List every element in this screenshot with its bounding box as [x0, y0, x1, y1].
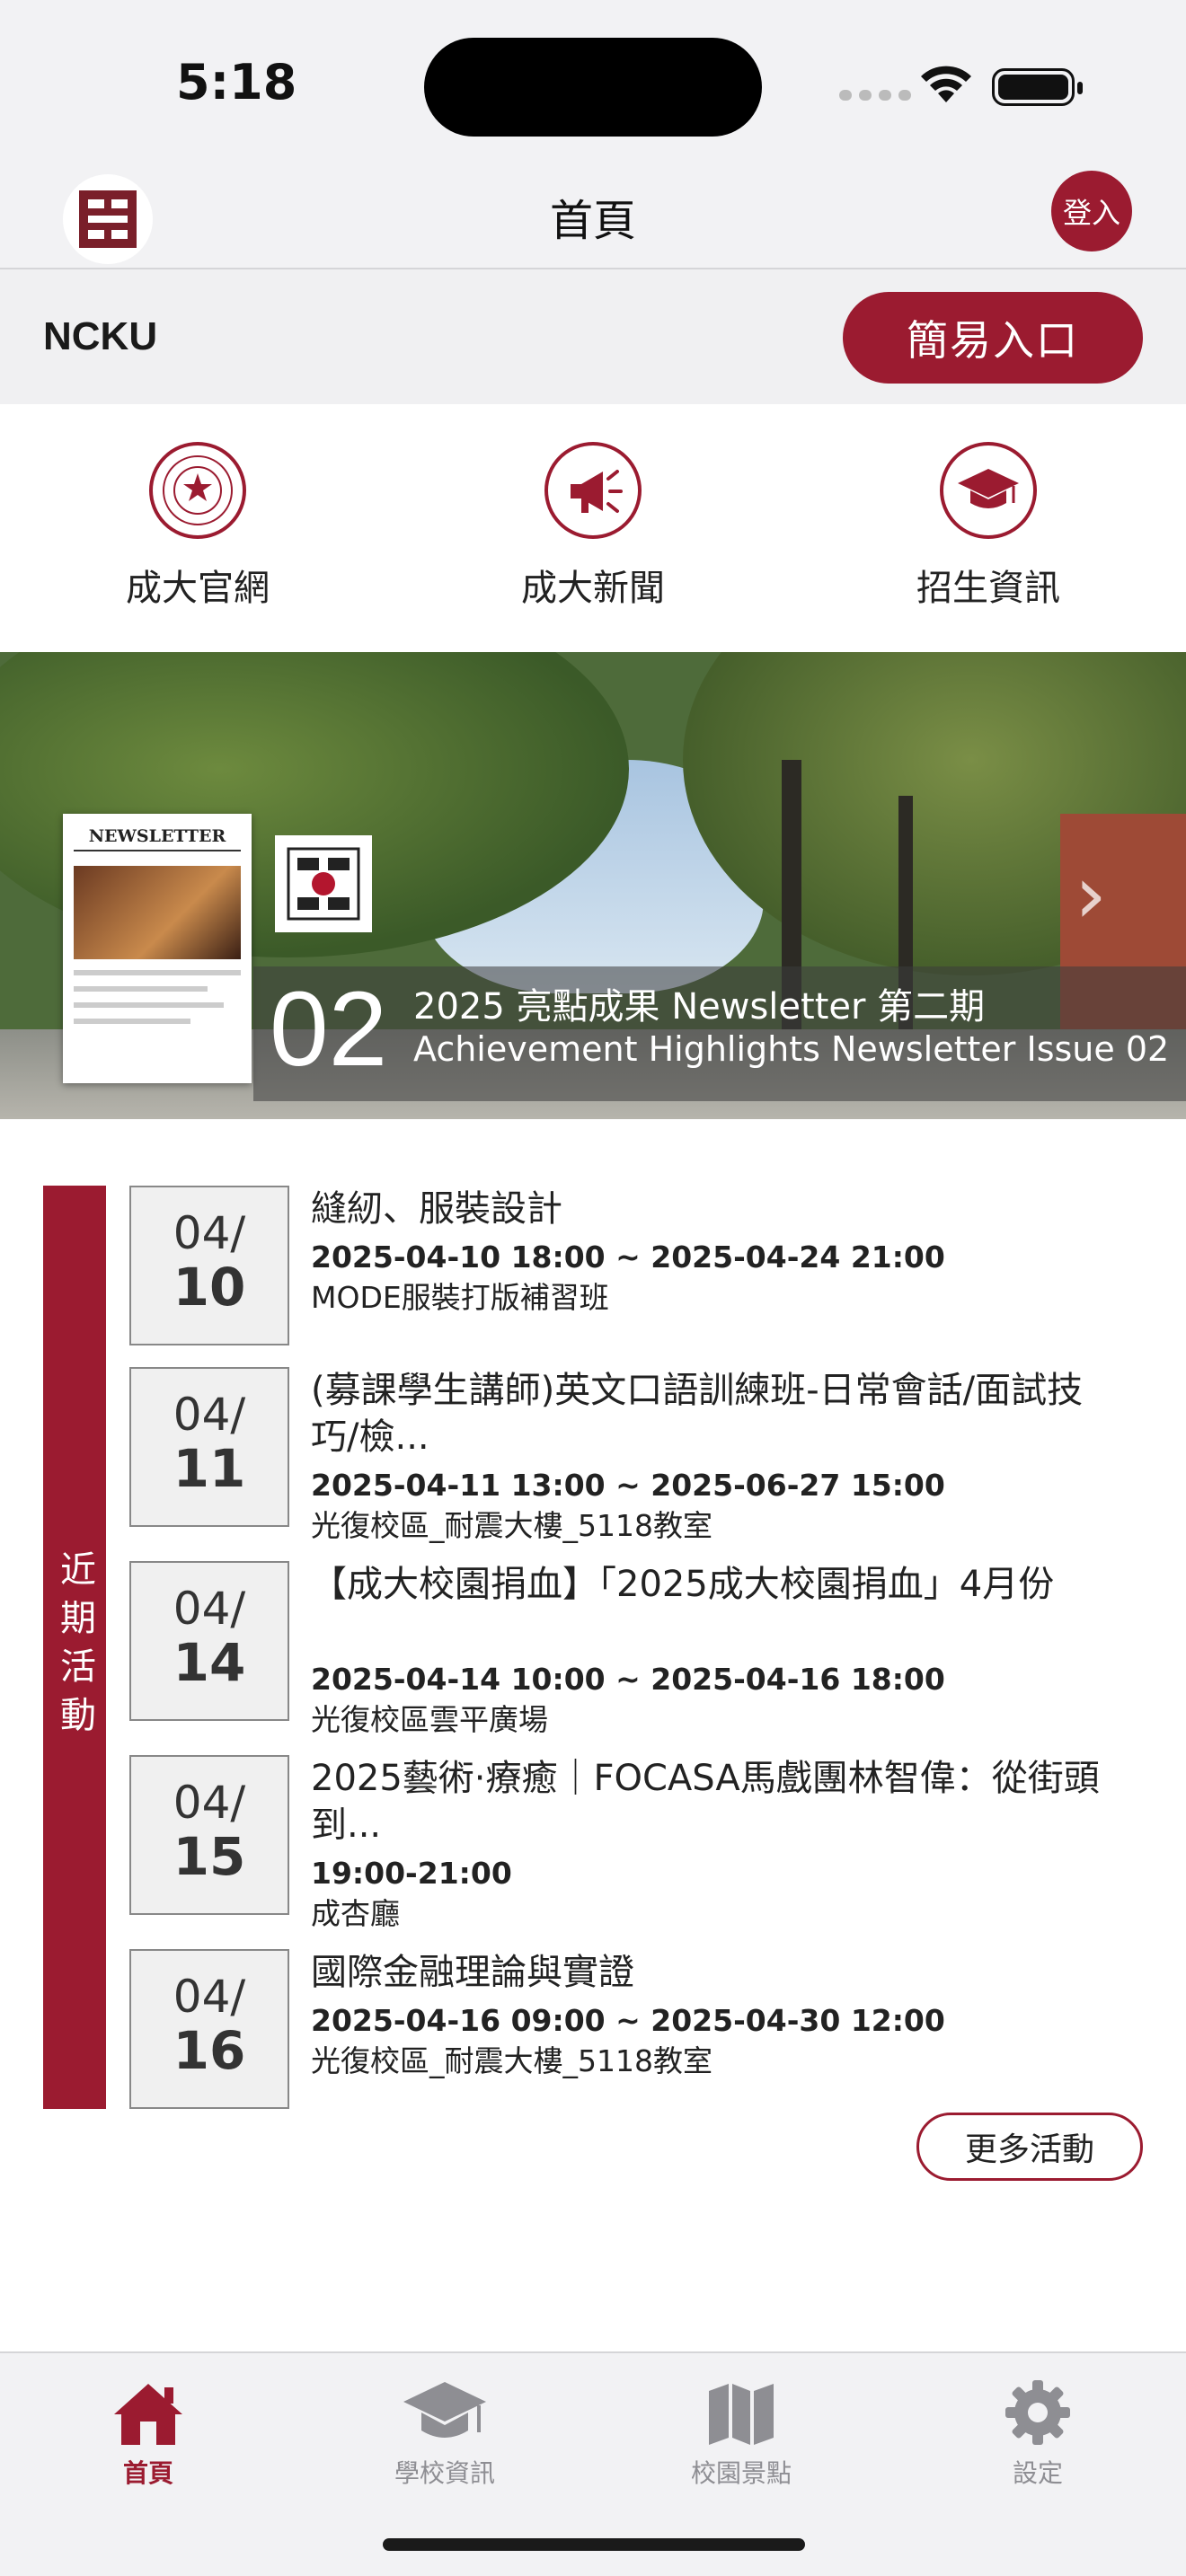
megaphone-icon	[544, 442, 642, 539]
event-time: 2025-04-16 09:00 ~ 2025-04-30 12:00	[311, 2003, 945, 2038]
event-item[interactable]: 04/ 10 縫紉、服裝設計 2025-04-10 18:00 ~ 2025-0…	[129, 1186, 1143, 1356]
event-time: 2025-04-14 10:00 ~ 2025-04-16 18:00	[311, 1662, 945, 1697]
home-icon	[0, 2369, 296, 2447]
shortcut-ncku-website[interactable]: 成大官網	[63, 442, 332, 611]
ncku-header-bar: NCKU 簡易入口	[0, 269, 1186, 404]
wifi-icon	[921, 66, 971, 102]
graduation-cap-icon	[940, 442, 1037, 539]
banner-caption-en: Achievement Highlights Newsletter Issue …	[413, 1029, 1170, 1069]
event-date: 04/ 14	[129, 1561, 289, 1721]
event-item[interactable]: 04/ 16 國際金融理論與實證 2025-04-16 09:00 ~ 2025…	[129, 1949, 1143, 2120]
navigation-bar: 首頁 登入	[0, 162, 1186, 269]
event-time: 19:00-21:00	[311, 1856, 512, 1891]
event-item[interactable]: 04/ 14 【成大校園捐血】「2025成大校園捐血」4月份 2025-04-1…	[129, 1561, 1143, 1737]
event-title: 【成大校園捐血】「2025成大校園捐血」4月份	[311, 1564, 1055, 1605]
shortcut-label: 招生資訊	[916, 568, 1060, 609]
event-place: MODE服裝打版補習班	[311, 1280, 609, 1315]
quick-entry-button[interactable]: 簡易入口	[843, 292, 1143, 384]
shortcut-ncku-news[interactable]: 成大新聞	[458, 442, 728, 611]
shortcut-label: 成大官網	[126, 568, 270, 609]
newsletter-banner[interactable]: NEWSLETTER 02 2025 亮點成果 Newsletter 第二期 A…	[0, 652, 1186, 1119]
page-title: 首頁	[549, 196, 636, 246]
ncku-logo-icon	[275, 835, 372, 932]
event-title: 2025藝術·療癒｜FOCASA馬戲團林智偉：從街頭到...	[311, 1758, 1100, 1846]
event-time: 2025-04-10 18:00 ~ 2025-04-24 21:00	[311, 1239, 945, 1275]
tab-label: 設定	[1012, 2458, 1063, 2488]
event-title: 縫紉、服裝設計	[311, 1188, 562, 1230]
login-button[interactable]: 登入	[1051, 171, 1132, 251]
tab-school-info[interactable]: 學校資訊	[296, 2369, 593, 2490]
event-place: 光復校區雲平廣場	[311, 1702, 548, 1737]
event-item[interactable]: 04/ 11 (募課學生講師)英文口語訓練班-日常會話/面試技巧/檢... 20…	[129, 1367, 1143, 1543]
graduation-cap-icon	[296, 2369, 593, 2447]
tab-label: 首頁	[122, 2458, 173, 2488]
shortcut-admissions[interactable]: 招生資訊	[854, 442, 1123, 611]
tab-label: 學校資訊	[394, 2458, 495, 2488]
banner-issue-number: 02	[270, 970, 388, 1089]
tab-home[interactable]: 首頁	[0, 2369, 296, 2490]
events-section-label: 近期活動	[43, 1186, 106, 2109]
gear-icon	[890, 2369, 1186, 2447]
chevron-right-icon[interactable]: ›	[1075, 855, 1107, 936]
event-item[interactable]: 04/ 15 2025藝術·療癒｜FOCASA馬戲團林智偉：從街頭到... 19…	[129, 1755, 1143, 1931]
event-date: 04/ 15	[129, 1755, 289, 1915]
status-bar: 5:18	[0, 0, 1186, 162]
event-time: 2025-04-11 13:00 ~ 2025-06-27 15:00	[311, 1468, 945, 1503]
event-date: 04/ 16	[129, 1949, 289, 2109]
cellular-signal-icon	[839, 90, 911, 101]
tab-campus-spots[interactable]: 校園景點	[593, 2369, 890, 2490]
event-title: (募課學生講師)英文口語訓練班-日常會話/面試技巧/檢...	[311, 1370, 1084, 1458]
tab-settings[interactable]: 設定	[890, 2369, 1186, 2490]
event-place: 光復校區_耐震大樓_5118教室	[311, 2043, 712, 2078]
event-place: 光復校區_耐震大樓_5118教室	[311, 1508, 712, 1543]
event-place: 成杏廳	[311, 1896, 400, 1931]
tab-label: 校園景點	[690, 2458, 792, 2488]
shortcut-label: 成大新聞	[521, 568, 665, 609]
event-date: 04/ 11	[129, 1367, 289, 1527]
more-events-button[interactable]: 更多活動	[916, 2113, 1143, 2181]
newsletter-cover: NEWSLETTER	[63, 814, 252, 1083]
battery-icon	[992, 68, 1083, 106]
event-title: 國際金融理論與實證	[311, 1952, 634, 1993]
ncku-label: NCKU	[43, 314, 158, 358]
ncku-seal-icon	[149, 442, 246, 539]
dynamic-island	[424, 38, 762, 137]
shortcut-row: 成大官網 成大新聞 招生資訊	[0, 404, 1186, 652]
home-indicator[interactable]	[383, 2538, 805, 2551]
status-time: 5:18	[176, 54, 297, 110]
map-icon	[593, 2369, 890, 2447]
event-date: 04/ 10	[129, 1186, 289, 1345]
newsletter-cover-title: NEWSLETTER	[74, 826, 241, 851]
banner-caption-zh: 2025 亮點成果 Newsletter 第二期	[413, 986, 986, 1028]
